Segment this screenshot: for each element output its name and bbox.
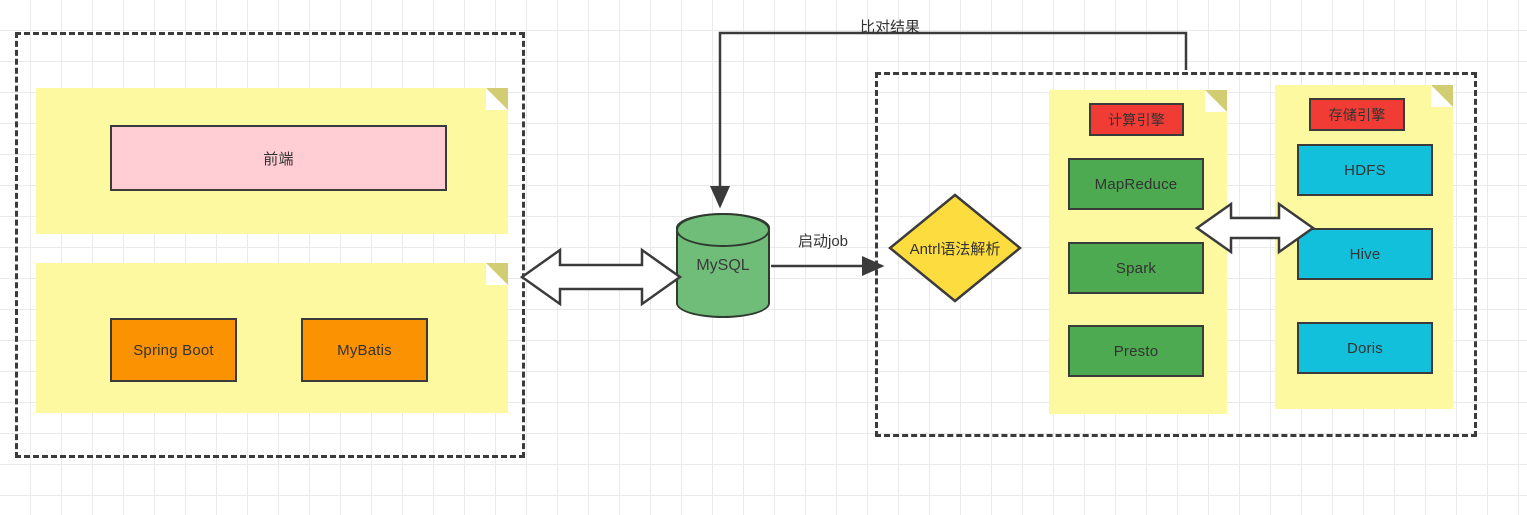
hdfs-label: HDFS [1344,161,1386,179]
frontend-note: 前端 [36,88,508,234]
backend-note: Spring Boot MyBatis [36,263,508,413]
mapreduce-box[interactable]: MapReduce [1068,158,1204,210]
hive-label: Hive [1349,245,1381,263]
compute-engine-note: 计算引擎 MapReduce Spark Presto [1049,90,1227,414]
spring-boot-label: Spring Boot [133,341,214,359]
mybatis-label: MyBatis [337,341,392,359]
presto-label: Presto [1113,342,1159,360]
spring-boot-box[interactable]: Spring Boot [110,318,237,382]
mapreduce-label: MapReduce [1094,175,1178,193]
compute-engine-header-label: 计算引擎 [1108,111,1165,128]
antlr-parser-diamond[interactable]: Antrl语法解析 [887,192,1023,304]
doris-label: Doris [1346,339,1383,357]
note-fold-icon [1431,85,1453,107]
start-job-connector-label: 启动job [798,233,849,250]
spark-box[interactable]: Spark [1068,242,1204,294]
storage-engine-header-label: 存储引擎 [1328,106,1386,123]
note-fold-icon [486,263,508,285]
note-fold-icon [486,88,508,110]
presto-box[interactable]: Presto [1068,325,1204,377]
app-db-block-arrow [519,247,683,307]
diagram-canvas: 前端 Spring Boot MyBatis MySQL 计算引擎 MapRed… [0,0,1527,515]
spark-label: Spark [1115,259,1157,277]
cylinder-top-cap [675,212,770,247]
frontend-label: 前端 [263,150,294,168]
mybatis-box[interactable]: MyBatis [301,318,428,382]
doris-box[interactable]: Doris [1297,322,1433,374]
frontend-box[interactable]: 前端 [110,125,447,191]
hive-box[interactable]: Hive [1297,228,1433,280]
mysql-label: MySQL [696,256,750,274]
feedback-connector-label: 比对结果 [860,19,921,36]
storage-engine-note: 存储引擎 HDFS Hive Doris [1275,85,1453,409]
note-fold-icon [1205,90,1227,112]
antlr-parser-label: Antrl语法解析 [909,240,1001,258]
storage-engine-header: 存储引擎 [1309,98,1405,131]
mysql-database-cylinder[interactable]: MySQL [675,212,770,318]
hdfs-box[interactable]: HDFS [1297,144,1433,196]
compute-engine-header: 计算引擎 [1089,103,1184,136]
